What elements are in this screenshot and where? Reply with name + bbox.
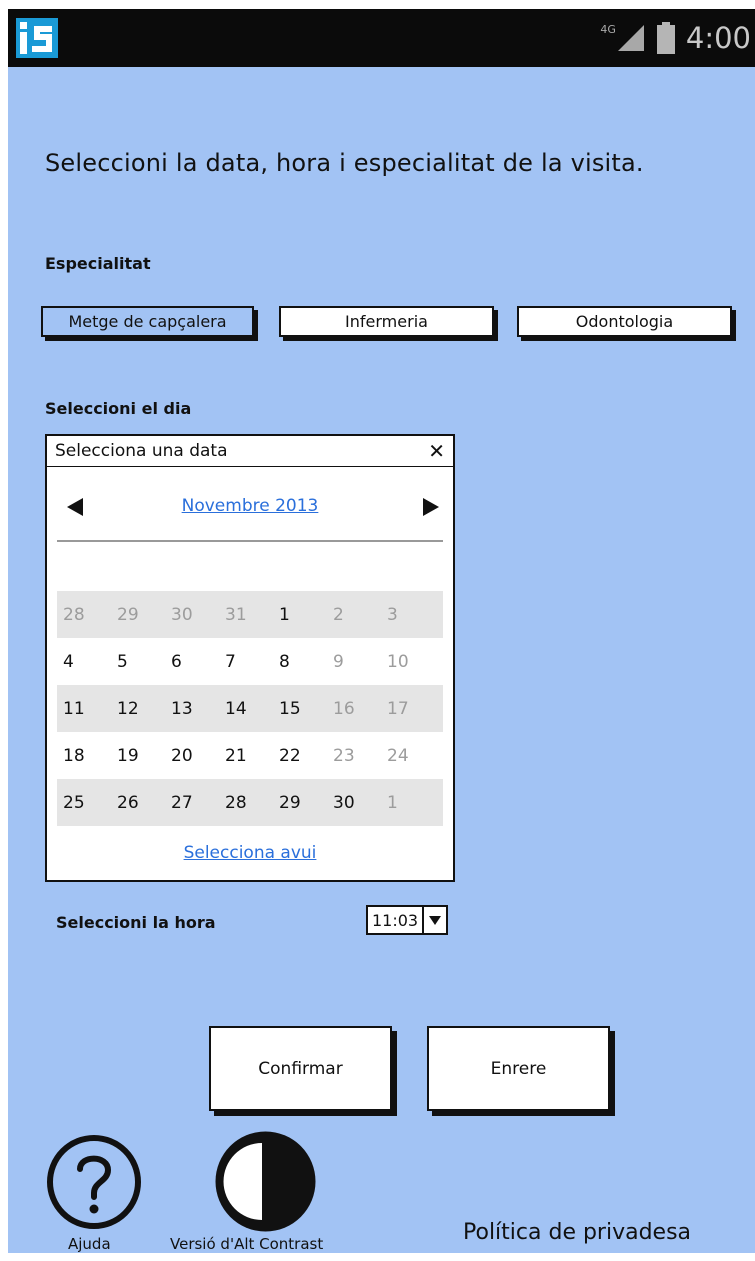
calendar-week-row: 25 26 27 28 29 30 1 [57,779,443,826]
day-label: Seleccioni el dia [45,399,192,418]
calendar-day[interactable]: 7 [225,652,279,672]
calendar-day[interactable]: 14 [225,699,279,719]
status-indicators: 4G 4:00 [600,17,751,59]
page-title: Seleccioni la data, hora i especialitat … [45,149,644,177]
status-bar: 4G 4:00 [8,9,755,67]
calendar-day[interactable]: 8 [279,652,333,672]
clock: 4:00 [685,21,751,55]
month-label[interactable]: Novembre 2013 [47,496,453,516]
calendar-day[interactable]: 1 [279,605,333,625]
battery-icon [656,22,675,54]
calendar-day[interactable]: 12 [117,699,171,719]
calendar-day[interactable]: 30 [333,793,387,813]
calendar-week-row: 18 19 20 21 22 23 24 [57,732,443,779]
calendar-day[interactable]: 21 [225,746,279,766]
calendar-day[interactable]: 15 [279,699,333,719]
help-label: Ajuda [68,1235,111,1253]
calendar-day[interactable]: 18 [63,746,117,766]
calendar-week-row: 4 5 6 7 8 9 10 [57,638,443,685]
close-icon[interactable]: ✕ [428,439,445,463]
calendar-day[interactable]: 13 [171,699,225,719]
date-picker: Selecciona una data ✕ Novembre 2013 28 29… [45,434,455,882]
calendar-day[interactable]: 20 [171,746,225,766]
date-picker-title: Selecciona una data [55,441,228,461]
calendar-day[interactable]: 22 [279,746,333,766]
specialty-label: Especialitat [45,254,151,273]
hour-select[interactable]: 11:03 [366,905,449,935]
calendar-day[interactable]: 2 [333,605,387,625]
calendar-day[interactable]: 16 [333,699,387,719]
calendar-day[interactable]: 24 [387,746,441,766]
calendar-day[interactable]: 31 [225,605,279,625]
calendar-week-row: 11 12 13 14 15 16 17 [57,685,443,732]
calendar-day[interactable]: 25 [63,793,117,813]
calendar-day[interactable]: 19 [117,746,171,766]
app-screen: 4G 4:00 Seleccioni la data, hora i espec… [8,9,755,1253]
app-logo-icon [16,18,58,58]
specialty-nursing-button[interactable]: Infermeria [279,306,494,337]
specialty-dentistry-button[interactable]: Odontologia [517,306,732,337]
calendar-divider [57,540,443,542]
back-button[interactable]: Enrere [427,1026,610,1111]
next-month-icon[interactable] [419,496,441,518]
calendar-day[interactable]: 29 [279,793,333,813]
hour-value: 11:03 [368,907,425,933]
confirm-button[interactable]: Confirmar [209,1026,392,1111]
calendar-day[interactable]: 17 [387,699,441,719]
hour-label: Seleccioni la hora [56,913,216,932]
calendar-day[interactable]: 9 [333,652,387,672]
signal-icon [617,25,644,51]
network-label: 4G [600,23,616,36]
calendar-day[interactable]: 4 [63,652,117,672]
calendar-day[interactable]: 26 [117,793,171,813]
date-picker-header: Selecciona una data ✕ [47,436,453,467]
contrast-label: Versió d'Alt Contrast [170,1235,324,1253]
calendar-day[interactable]: 3 [387,605,441,625]
calendar-week-row: 28 29 30 31 1 2 3 [57,591,443,638]
calendar-day[interactable]: 5 [117,652,171,672]
calendar-day[interactable]: 28 [63,605,117,625]
specialty-gp-button[interactable]: Metge de capçalera [41,306,254,337]
calendar-day[interactable]: 6 [171,652,225,672]
calendar-day[interactable]: 23 [333,746,387,766]
calendar-day[interactable]: 30 [171,605,225,625]
privacy-link[interactable]: Política de privadesa [463,1220,691,1245]
calendar-day[interactable]: 1 [387,793,441,813]
calendar-day[interactable]: 10 [387,652,441,672]
calendar-grid: 28 29 30 31 1 2 3 4 5 6 7 8 9 10 11 12 13 14 15 16 17 18 19 20 2… [57,591,443,826]
select-today-link[interactable]: Selecciona avui [47,843,453,863]
help-icon[interactable] [45,1133,143,1231]
calendar-day[interactable]: 11 [63,699,117,719]
calendar-day[interactable]: 27 [171,793,225,813]
chevron-down-icon [424,907,446,933]
calendar-day[interactable]: 28 [225,793,279,813]
calendar-day[interactable]: 29 [117,605,171,625]
contrast-icon[interactable] [214,1130,317,1233]
